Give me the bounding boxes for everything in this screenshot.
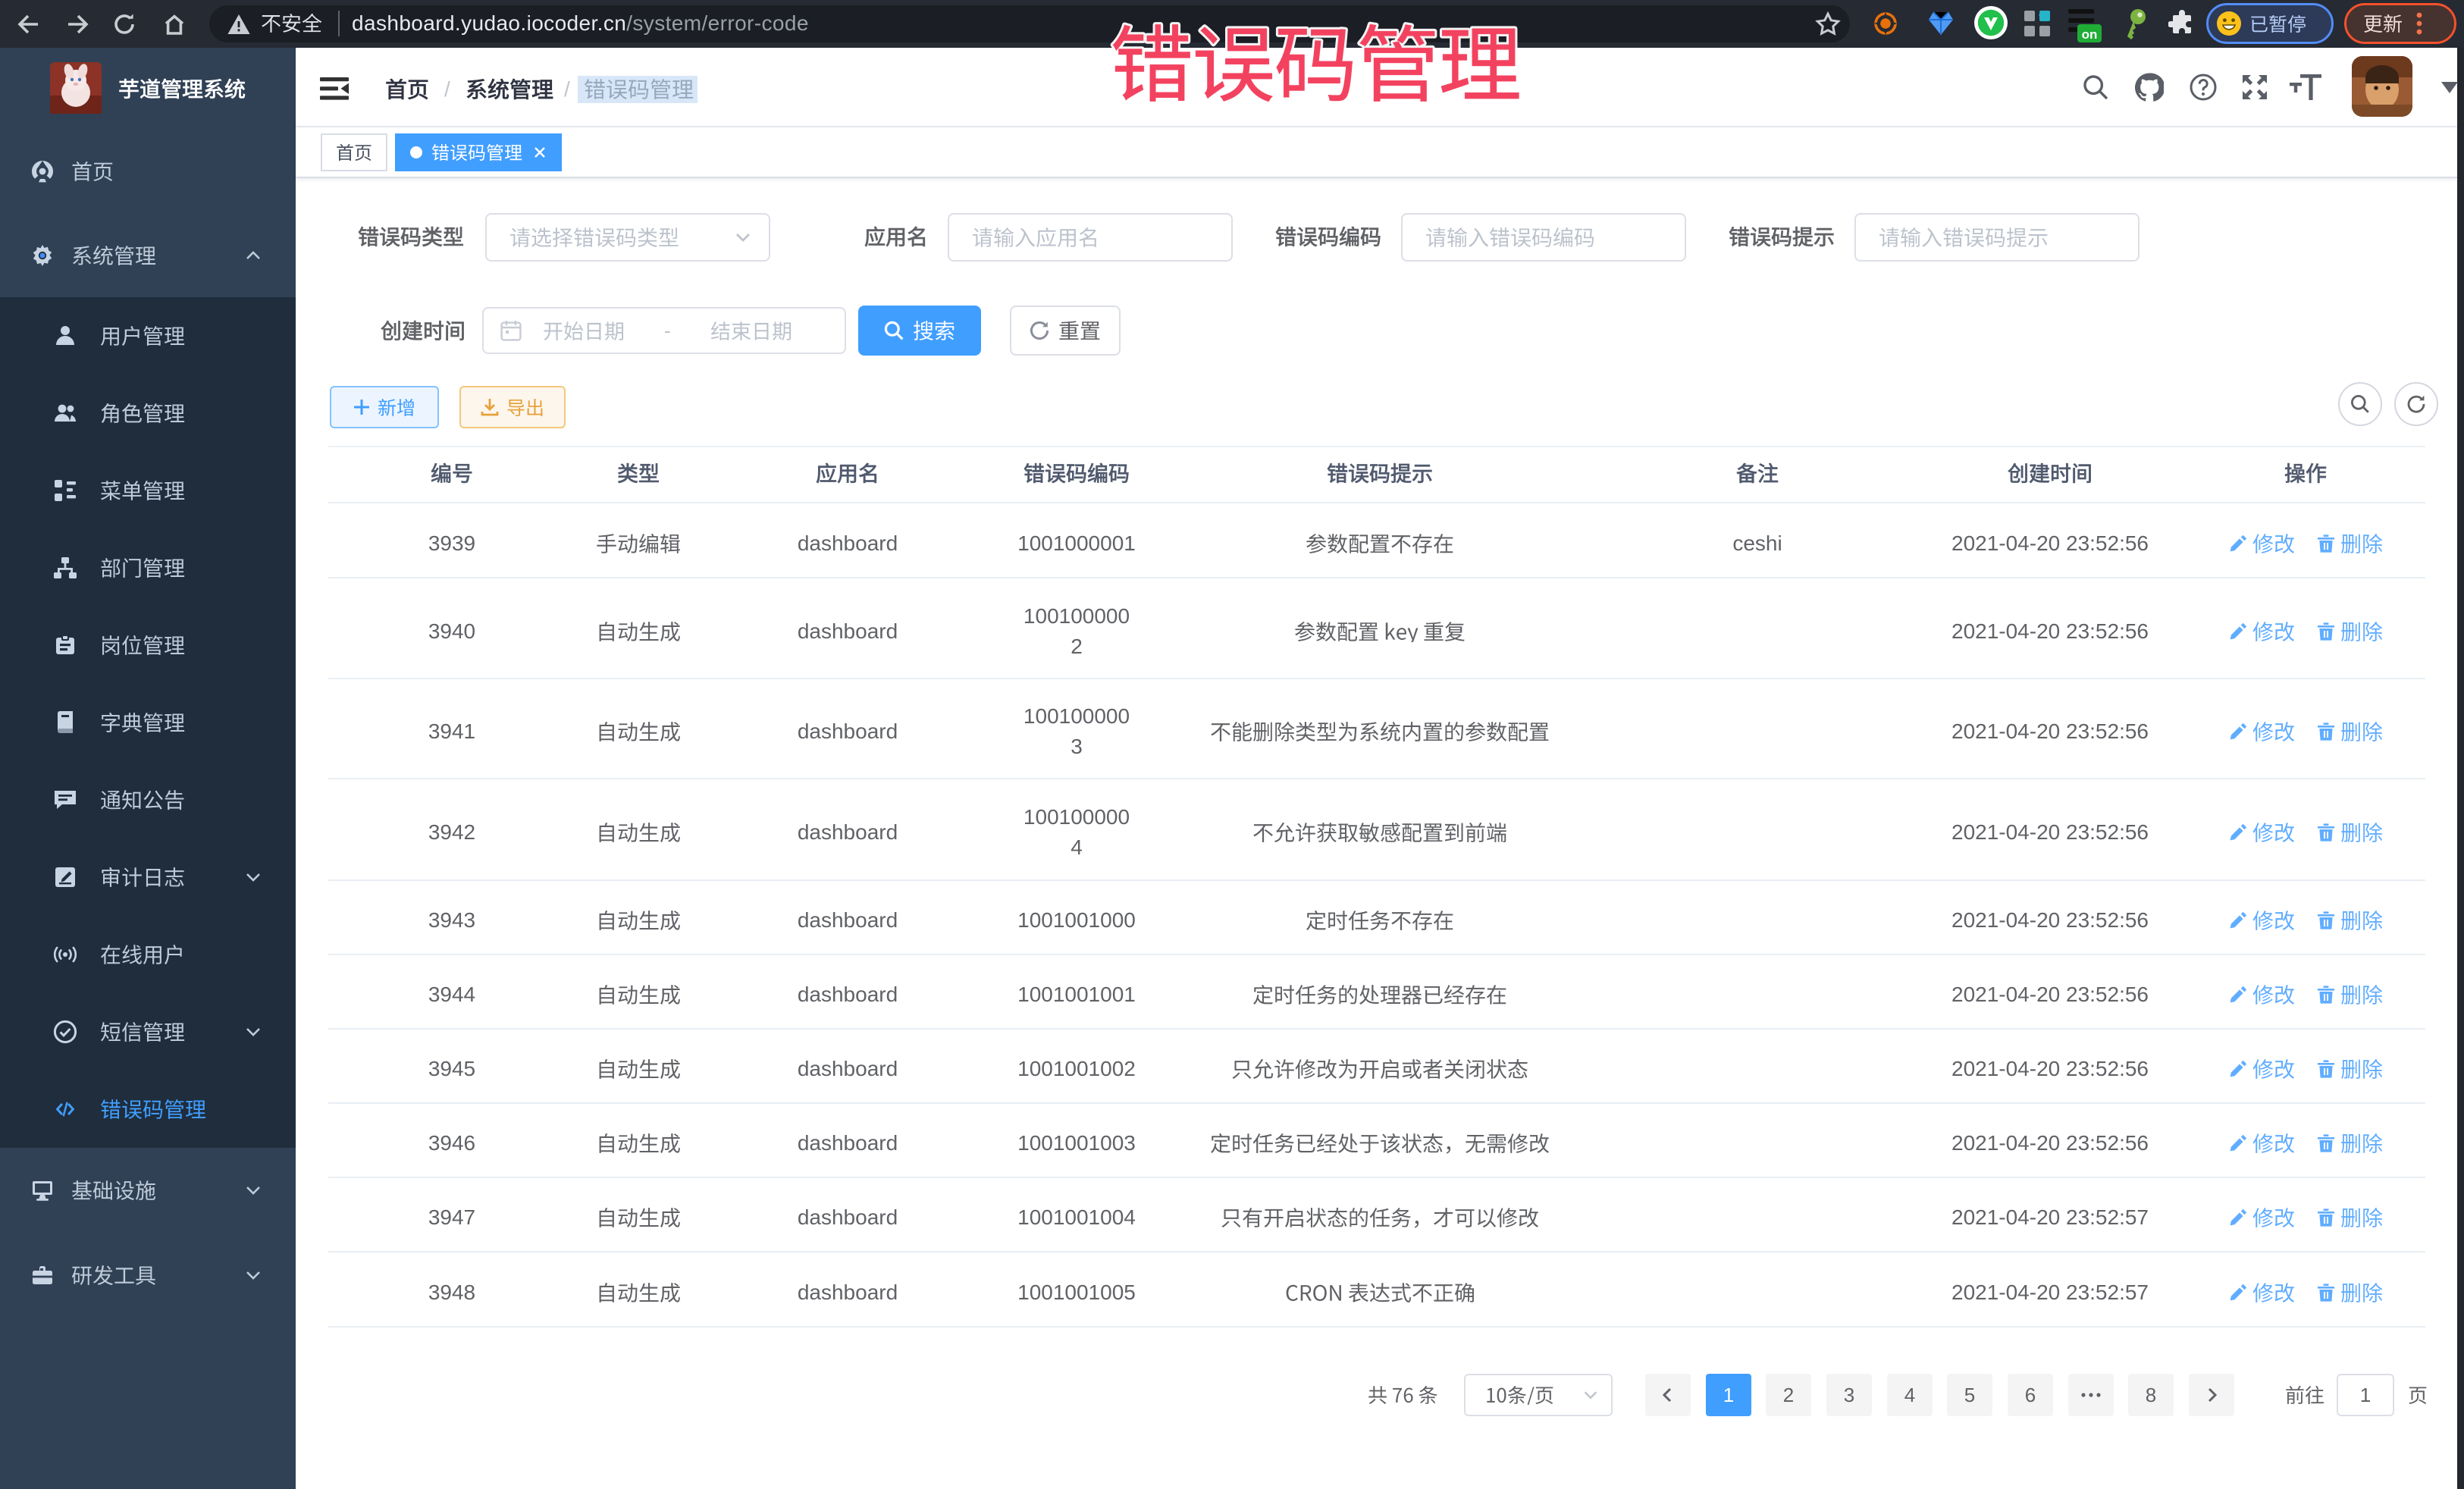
svg-text:on: on bbox=[2082, 27, 2098, 42]
